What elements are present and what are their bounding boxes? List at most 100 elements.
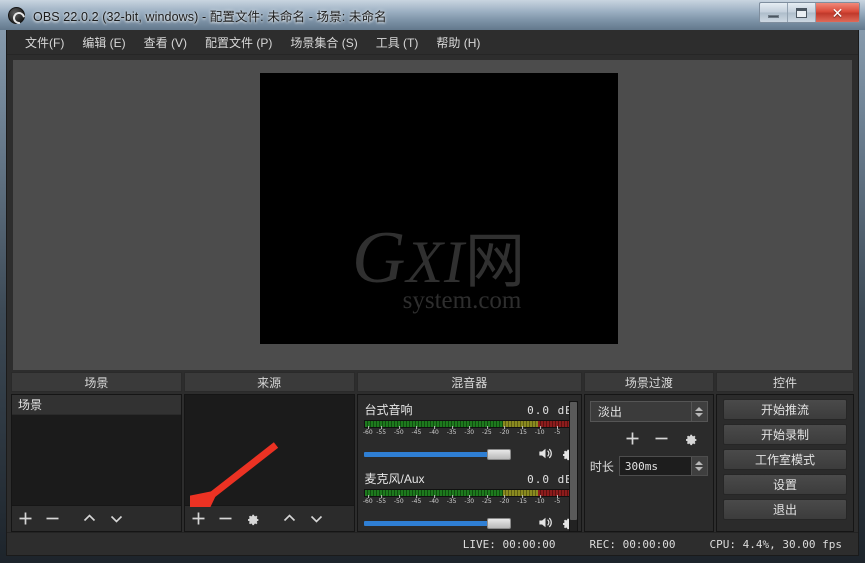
- status-bar: LIVE: 00:00:00 REC: 00:00:00 CPU: 4.4%, …: [7, 532, 858, 555]
- menu-scene-collection[interactable]: 场景集合 (S): [281, 31, 366, 54]
- transition-properties-button[interactable]: [677, 426, 704, 450]
- gear-icon: [245, 511, 260, 526]
- mixer-db-tick: -60: [363, 498, 373, 505]
- transition-duration-spinner[interactable]: [691, 457, 707, 475]
- mixer-db-tick: -30: [464, 498, 474, 505]
- move-scene-down-button[interactable]: [103, 507, 130, 531]
- close-button[interactable]: ✕: [816, 3, 859, 22]
- chevron-up-icon: [695, 461, 703, 465]
- transition-duration-input[interactable]: 300ms: [619, 456, 708, 476]
- meter-yellow-zone: [503, 421, 539, 427]
- scenes-list[interactable]: 场景: [12, 395, 181, 505]
- menu-bar: 文件(F) 编辑 (E) 查看 (V) 配置文件 (P) 场景集合 (S) 工具…: [7, 30, 858, 55]
- transitions-dock-body: 淡出: [584, 394, 714, 532]
- minus-icon: [45, 511, 60, 526]
- mixer-scrollbar-thumb[interactable]: [570, 402, 577, 520]
- mixer-db-tick: -15: [517, 498, 527, 505]
- scenes-dock: 场景 场景: [11, 372, 182, 532]
- add-transition-button[interactable]: [619, 426, 646, 450]
- preview-canvas[interactable]: GXI网 system.com: [260, 73, 618, 344]
- scenes-dock-body: 场景: [11, 394, 182, 532]
- mixer-db-tick: -35: [447, 498, 457, 505]
- sources-list[interactable]: [185, 395, 354, 505]
- plus-icon: [191, 511, 206, 526]
- menu-help[interactable]: 帮助 (H): [427, 31, 489, 54]
- volume-slider-fill: [364, 452, 501, 457]
- volume-slider-knob[interactable]: [487, 518, 511, 529]
- gear-icon: [683, 431, 698, 446]
- mixer-db-tick: -45: [411, 429, 421, 436]
- add-source-button[interactable]: [185, 507, 212, 531]
- watermark-letter-g: G: [352, 217, 406, 299]
- mixer-dock: 混音器 台式音响 0.0 dB: [357, 372, 582, 532]
- scenes-dock-title: 场景: [11, 372, 182, 392]
- volume-slider-knob[interactable]: [487, 449, 511, 460]
- scene-list-item[interactable]: 场景: [12, 395, 181, 415]
- mixer-db-tick: -45: [411, 498, 421, 505]
- mixer-db-tick: -20: [500, 498, 510, 505]
- start-recording-button[interactable]: 开始录制: [723, 424, 847, 445]
- menu-view[interactable]: 查看 (V): [135, 31, 196, 54]
- obs-main-area: 文件(F) 编辑 (E) 查看 (V) 配置文件 (P) 场景集合 (S) 工具…: [6, 30, 859, 556]
- volume-slider[interactable]: [364, 517, 531, 529]
- studio-mode-button[interactable]: 工作室模式: [723, 449, 847, 470]
- transition-select[interactable]: 淡出: [590, 401, 708, 422]
- watermark: GXI网 system.com: [260, 223, 618, 315]
- mixer-dock-body: 台式音响 0.0 dB -60-55-50-45-40-35-30-25-20-…: [357, 394, 582, 532]
- start-streaming-button[interactable]: 开始推流: [723, 399, 847, 420]
- remove-source-button[interactable]: [212, 507, 239, 531]
- plus-icon: [625, 431, 640, 446]
- mixer-db-tick: -50: [394, 498, 404, 505]
- speaker-icon[interactable]: [537, 446, 554, 461]
- move-source-up-button[interactable]: [276, 507, 303, 531]
- remove-scene-button[interactable]: [39, 507, 66, 531]
- mixer-db-tick: -30: [464, 429, 474, 436]
- preview-area[interactable]: GXI网 system.com: [13, 60, 852, 370]
- menu-tools[interactable]: 工具 (T): [367, 31, 428, 54]
- watermark-main-text: GXI网: [260, 223, 618, 293]
- move-source-down-button[interactable]: [303, 507, 330, 531]
- speaker-icon[interactable]: [537, 515, 554, 530]
- dock-row: 场景 场景: [7, 370, 858, 532]
- exit-button[interactable]: 退出: [723, 499, 847, 520]
- add-scene-button[interactable]: [12, 507, 39, 531]
- menu-file[interactable]: 文件(F): [16, 31, 73, 54]
- remove-transition-button[interactable]: [648, 426, 675, 450]
- chevron-down-icon: [309, 511, 324, 526]
- mixer-db-tick: -55: [376, 498, 386, 505]
- menu-profile[interactable]: 配置文件 (P): [196, 31, 281, 54]
- scenes-toolbar: [12, 505, 181, 531]
- window-controls: ✕: [759, 2, 860, 23]
- sources-dock-title: 来源: [184, 372, 355, 392]
- transitions-content: 淡出: [585, 395, 713, 531]
- plus-icon: [18, 511, 33, 526]
- controls-dock: 控件 开始推流 开始录制 工作室模式 设置 退出: [716, 372, 854, 532]
- mixer-db-tick: -25: [482, 498, 492, 505]
- obs-application-window: OBS 22.0.2 (32-bit, windows) - 配置文件: 未命名…: [0, 0, 865, 563]
- mixer-track-controls: [364, 515, 575, 530]
- minimize-button[interactable]: [760, 3, 788, 22]
- settings-button[interactable]: 设置: [723, 474, 847, 495]
- close-icon: ✕: [832, 6, 844, 20]
- transition-select-spinner[interactable]: [691, 402, 707, 421]
- mixer-db-tick: -5: [554, 429, 560, 436]
- watermark-sub-text: system.com: [260, 287, 618, 315]
- maximize-button[interactable]: [788, 3, 816, 22]
- chevron-up-icon: [282, 511, 297, 526]
- controls-buttons: 开始推流 开始录制 工作室模式 设置 退出: [717, 395, 853, 531]
- move-scene-up-button[interactable]: [76, 507, 103, 531]
- mixer-db-tick: -40: [429, 429, 439, 436]
- source-properties-button[interactable]: [239, 507, 266, 531]
- transition-duration-row: 时长 300ms: [590, 456, 708, 476]
- minus-icon: [218, 511, 233, 526]
- mixer-db-tick: -60: [363, 429, 373, 436]
- chevron-down-icon: [109, 511, 124, 526]
- mixer-scrollbar[interactable]: [569, 401, 578, 531]
- mixer-track-name: 台式音响: [365, 401, 413, 418]
- mixer-db-tick: -20: [500, 429, 510, 436]
- menu-edit[interactable]: 编辑 (E): [73, 31, 134, 54]
- mixer-db-tick: -15: [517, 429, 527, 436]
- sources-dock: 来源: [184, 372, 355, 532]
- volume-slider[interactable]: [364, 448, 531, 460]
- mixer-db-tick: -10: [535, 429, 545, 436]
